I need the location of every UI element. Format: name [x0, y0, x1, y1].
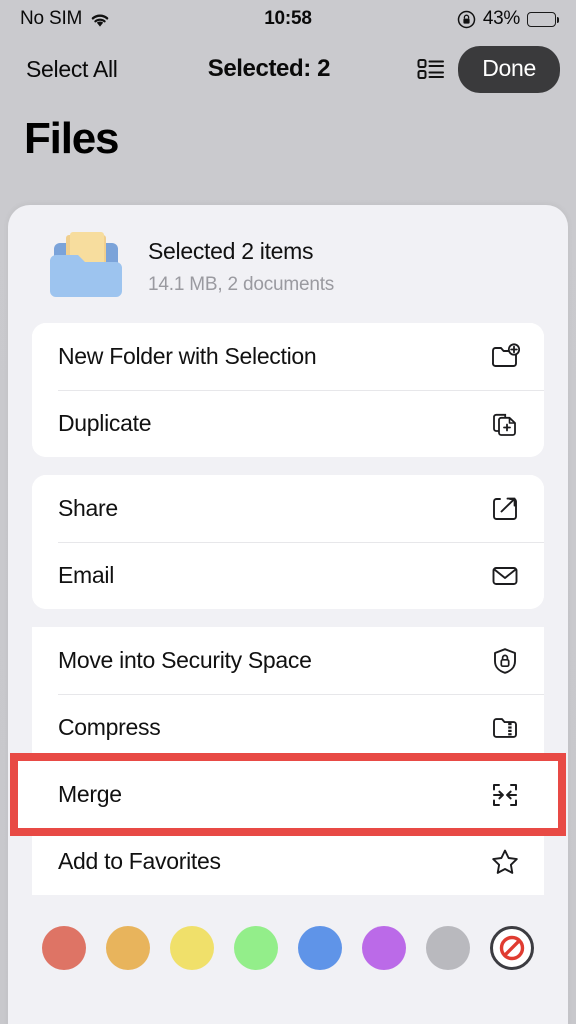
open-folder-icon [40, 227, 132, 305]
menu-item-share[interactable]: Share [32, 475, 544, 542]
color-tag-blue[interactable] [298, 926, 342, 970]
menu-item-compress[interactable]: Compress [32, 694, 544, 761]
envelope-icon [488, 559, 522, 593]
menu-item-label: Move into Security Space [58, 647, 312, 673]
color-tag-orange[interactable] [106, 926, 150, 970]
menu-item-label: Duplicate [58, 410, 152, 436]
color-tag-gray[interactable] [426, 926, 470, 970]
menu-group-share-actions: Share Email [32, 475, 544, 609]
selected-items-subtitle: 14.1 MB, 2 documents [148, 274, 335, 295]
color-tag-green[interactable] [234, 926, 278, 970]
battery-percent-label: 43% [482, 8, 520, 29]
menu-item-add-to-favorites[interactable]: Add to Favorites [32, 828, 544, 895]
compress-zip-icon [488, 711, 522, 745]
menu-group-organize-actions: Move into Security Space Compress Merge … [10, 627, 566, 895]
color-tag-red[interactable] [42, 926, 86, 970]
selection-summary: Selected 2 items 14.1 MB, 2 documents [32, 205, 544, 323]
selection-count-title: Selected: 2 [207, 55, 331, 82]
menu-item-label: New Folder with Selection [58, 343, 317, 369]
shield-lock-icon [488, 644, 522, 678]
menu-item-email[interactable]: Email [32, 542, 544, 609]
merge-icon [488, 778, 522, 812]
status-bar: No SIM 10:58 43% [0, 0, 576, 38]
color-tag-none-icon[interactable] [490, 926, 534, 970]
rotation-lock-icon [457, 10, 476, 29]
menu-item-label: Compress [58, 714, 161, 740]
select-all-button[interactable]: Select All [16, 56, 118, 83]
menu-item-new-folder-with-selection[interactable]: New Folder with Selection [32, 323, 544, 390]
menu-item-merge[interactable]: Merge [10, 753, 566, 836]
page-title: Files [24, 114, 119, 163]
navigation-bar: Select All Selected: 2 Done [0, 38, 576, 100]
color-tag-purple[interactable] [362, 926, 406, 970]
battery-icon [527, 11, 560, 27]
menu-item-label: Email [58, 562, 115, 588]
color-tag-yellow[interactable] [170, 926, 214, 970]
color-tag-row [32, 913, 544, 970]
share-icon [488, 492, 522, 526]
menu-group-file-actions: New Folder with Selection Duplicate [32, 323, 544, 457]
star-icon [488, 845, 522, 879]
phone-screen: No SIM 10:58 43% Select All Selected: 2 … [0, 0, 576, 1024]
action-sheet: Selected 2 items 14.1 MB, 2 documents Ne… [8, 205, 568, 1024]
selection-summary-text: Selected 2 items 14.1 MB, 2 documents [148, 236, 334, 296]
list-view-icon[interactable] [414, 52, 448, 86]
new-folder-icon [488, 340, 522, 374]
duplicate-icon [488, 407, 522, 441]
menu-item-label: Merge [58, 781, 122, 807]
menu-item-label: Share [58, 495, 118, 521]
done-button[interactable]: Done [458, 45, 560, 93]
menu-item-label: Add to Favorites [58, 848, 221, 874]
menu-item-duplicate[interactable]: Duplicate [32, 390, 544, 457]
selected-items-title: Selected 2 items [148, 238, 314, 264]
status-bar-right: 43% [457, 8, 560, 30]
menu-item-move-into-security-space[interactable]: Move into Security Space [32, 627, 544, 694]
